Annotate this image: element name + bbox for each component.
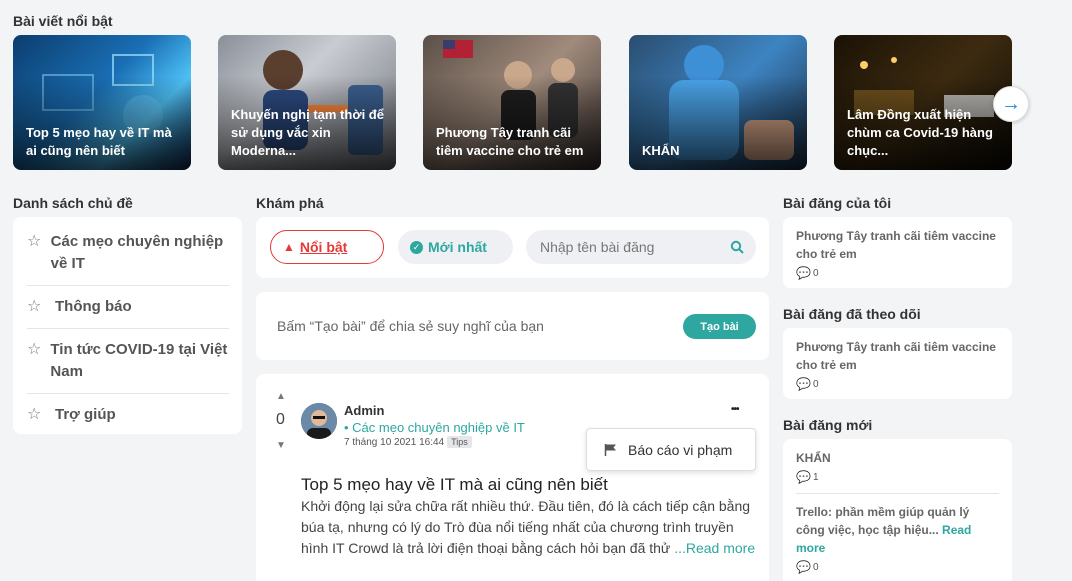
composer-prompt: Bấm “Tạo bài” để chia sẻ suy nghĩ của bạ… bbox=[277, 318, 544, 334]
search-box bbox=[526, 230, 756, 264]
post-meta: 7 tháng 10 2021 16:44 Tips bbox=[344, 436, 472, 448]
post-topic-link[interactable]: • Các mẹo chuyên nghiệp về IT bbox=[344, 420, 525, 435]
featured-title: Lâm Đồng xuất hiện chùm ca Covid-19 hàng… bbox=[847, 107, 993, 158]
comment-count: 💬 0 bbox=[796, 377, 819, 391]
topic-label: Trợ giúp bbox=[55, 406, 116, 423]
followed-post-item[interactable]: Phương Tây tranh cãi tiêm vaccine cho tr… bbox=[783, 328, 1012, 399]
featured-title: Top 5 mẹo hay về IT mà ai cũng nên biết bbox=[26, 125, 172, 158]
topic-item-announcements[interactable]: ☆ Thông báo bbox=[27, 286, 229, 329]
topics-heading: Danh sách chủ đề bbox=[13, 195, 133, 211]
topic-item-help[interactable]: ☆ Trợ giúp bbox=[27, 394, 229, 436]
more-options-icon[interactable]: ••• bbox=[731, 404, 739, 415]
report-label: Báo cáo vi phạm bbox=[628, 441, 733, 458]
featured-card-5[interactable]: Lâm Đồng xuất hiện chùm ca Covid-19 hàng… bbox=[834, 35, 1012, 170]
comment-count: 💬 0 bbox=[796, 266, 819, 280]
comment-count: 💬 1 bbox=[796, 470, 819, 484]
featured-title: Phương Tây tranh cãi tiêm vaccine cho tr… bbox=[436, 125, 584, 158]
new-posts-heading: Bài đăng mới bbox=[783, 417, 873, 433]
featured-card-4[interactable]: KHẨN bbox=[629, 35, 807, 170]
followed-posts-heading: Bài đăng đã theo dõi bbox=[783, 306, 921, 322]
comment-icon: 💬 bbox=[796, 266, 811, 280]
post-link[interactable]: Trello: phần mềm giúp quản lý công việc,… bbox=[796, 503, 999, 557]
tab-featured[interactable]: ▲ Nổi bật bbox=[270, 230, 384, 264]
star-icon[interactable]: ☆ bbox=[27, 231, 51, 253]
comment-count: 💬 0 bbox=[796, 560, 819, 574]
topic-list: ☆ Các mẹo chuyên nghiệp về IT ☆ Thông bá… bbox=[13, 217, 242, 434]
comment-icon: 💬 bbox=[796, 377, 811, 391]
post-excerpt: Khởi động lại sửa chữa rất nhiều thứ. Đầ… bbox=[301, 496, 759, 559]
post-link[interactable]: Phương Tây tranh cãi tiêm vaccine cho tr… bbox=[796, 338, 999, 374]
post-tag[interactable]: Tips bbox=[447, 436, 472, 448]
fire-icon: ▲ bbox=[283, 240, 295, 254]
star-icon[interactable]: ☆ bbox=[27, 296, 55, 318]
post-author[interactable]: Admin bbox=[344, 403, 384, 418]
tab-newest[interactable]: ✓ Mới nhất bbox=[398, 230, 513, 264]
flag-icon bbox=[604, 444, 616, 456]
featured-title: KHẨN bbox=[642, 143, 680, 158]
featured-title: Khuyến nghị tạm thời để sử dụng vắc xin … bbox=[231, 107, 384, 158]
new-post-item[interactable]: Trello: phần mềm giúp quản lý công việc,… bbox=[796, 494, 999, 574]
topic-item-covid-news[interactable]: ☆ Tin tức COVID-19 tại Việt Nam bbox=[27, 329, 229, 394]
search-input[interactable] bbox=[540, 239, 730, 255]
vote-count: 0 bbox=[276, 411, 285, 428]
explore-heading: Khám phá bbox=[256, 195, 324, 211]
comment-icon: 💬 bbox=[796, 470, 811, 484]
arrow-right-icon: → bbox=[1001, 92, 1021, 115]
create-post-button[interactable]: Tạo bài bbox=[683, 314, 756, 339]
topic-item-it-tips[interactable]: ☆ Các mẹo chuyên nghiệp về IT bbox=[27, 221, 229, 286]
post-title[interactable]: Top 5 mẹo hay về IT mà ai cũng nên biết bbox=[301, 475, 608, 495]
avatar[interactable] bbox=[301, 403, 337, 439]
star-icon[interactable]: ☆ bbox=[27, 339, 50, 361]
report-menu-item[interactable]: Báo cáo vi phạm bbox=[586, 428, 756, 471]
new-post-item[interactable]: KHẨN 💬 1 bbox=[796, 449, 999, 494]
comment-icon: 💬 bbox=[796, 560, 811, 574]
featured-card-2[interactable]: Khuyến nghị tạm thời để sử dụng vắc xin … bbox=[218, 35, 396, 170]
avatar-image bbox=[301, 403, 337, 439]
my-post-item[interactable]: Phương Tây tranh cãi tiêm vaccine cho tr… bbox=[783, 217, 1012, 288]
search-icon[interactable] bbox=[730, 240, 744, 254]
read-more-link[interactable]: ...Read more bbox=[674, 540, 755, 556]
downvote-icon[interactable]: ▼ bbox=[276, 440, 286, 451]
featured-card-1[interactable]: Top 5 mẹo hay về IT mà ai cũng nên biết bbox=[13, 35, 191, 170]
my-posts-heading: Bài đăng của tôi bbox=[783, 195, 892, 211]
post-link[interactable]: KHẨN bbox=[796, 449, 999, 467]
tab-label: Nổi bật bbox=[299, 239, 348, 255]
topic-label: Thông báo bbox=[55, 298, 132, 315]
tab-label: Mới nhất bbox=[428, 239, 487, 255]
check-circle-icon: ✓ bbox=[410, 240, 423, 254]
featured-heading: Bài viết nổi bật bbox=[13, 13, 113, 29]
topic-label: Tin tức COVID-19 tại Việt Nam bbox=[50, 341, 228, 380]
topic-label: Các mẹo chuyên nghiệp về IT bbox=[50, 233, 224, 272]
next-arrow-button[interactable]: → bbox=[993, 86, 1029, 122]
post-date: 7 tháng 10 2021 16:44 bbox=[344, 436, 445, 448]
featured-card-3[interactable]: Phương Tây tranh cãi tiêm vaccine cho tr… bbox=[423, 35, 601, 170]
star-icon[interactable]: ☆ bbox=[27, 404, 55, 426]
post-link[interactable]: Phương Tây tranh cãi tiêm vaccine cho tr… bbox=[796, 227, 999, 263]
upvote-icon[interactable]: ▲ bbox=[276, 391, 286, 402]
new-posts-list: KHẨN 💬 1 Trello: phần mềm giúp quản lý cô… bbox=[783, 439, 1012, 581]
